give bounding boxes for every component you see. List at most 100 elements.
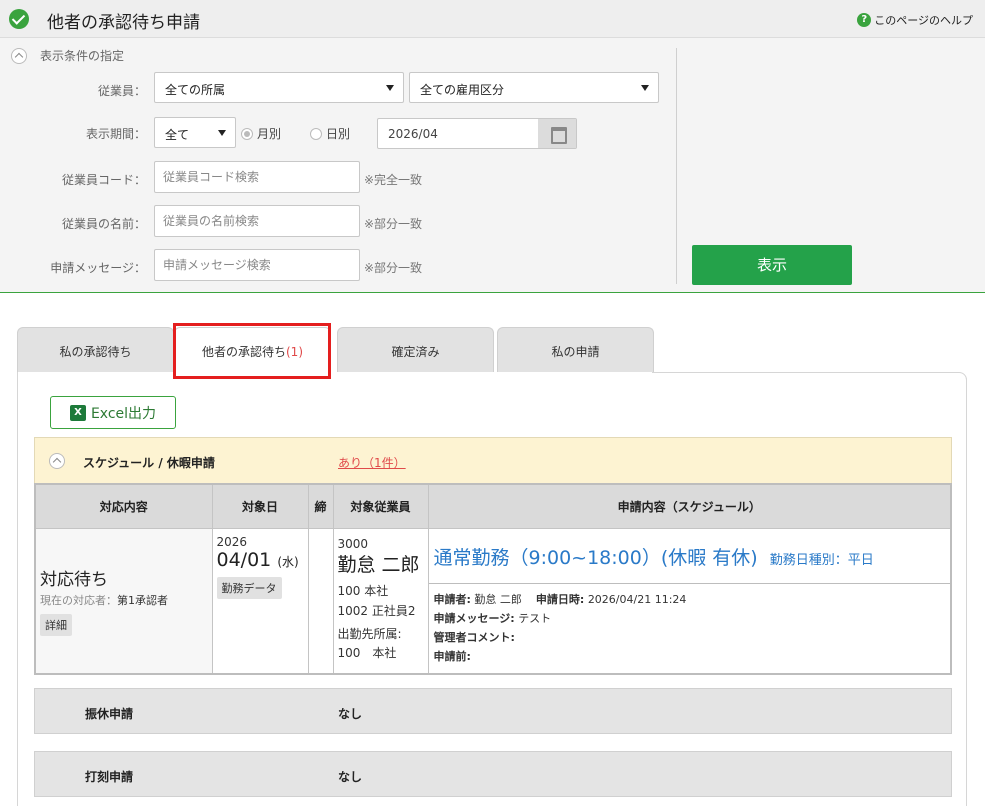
apply-time-label: 申請日時:	[535, 592, 585, 606]
date-cell: 2026 04/01 (水) 勤務データ	[211, 527, 309, 674]
name-field[interactable]	[154, 205, 360, 237]
radio-daily-label: 日別	[326, 127, 351, 141]
period-label: 表示期間：	[85, 127, 146, 141]
code-field[interactable]	[154, 161, 360, 193]
radio-dot	[310, 127, 322, 140]
name-input[interactable]	[155, 206, 359, 236]
handler-name: 第1承認者	[117, 593, 168, 607]
excel-icon: X	[69, 404, 86, 421]
employee-dept: 100 本社	[337, 584, 389, 599]
status-cell: 対応待ち 現在の対応者：第1承認者 詳細	[34, 527, 213, 674]
date-weekday: (水)	[277, 554, 299, 569]
work-dept-value: 100 本社	[337, 646, 397, 661]
detail-button[interactable]: 詳細	[40, 613, 72, 636]
calendar-icon[interactable]	[538, 119, 576, 148]
handler-line: 現在の対応者：第1承認者	[40, 592, 208, 608]
dept-select[interactable]: 全ての所属	[154, 72, 404, 103]
employee-code: 3000	[337, 536, 369, 551]
col-employee: 対象従業員	[332, 483, 429, 529]
content-details: 申請者: 勤怠 二郎 申請日時: 2026/04/21 11:24 申請メッセー…	[429, 584, 951, 673]
before-label: 申請前:	[433, 650, 471, 664]
table-header-row: 対応内容 対象日 締 対象従業員 申請内容（スケジュール）	[34, 483, 952, 529]
applicant-line: 申請者: 勤怠 二郎 申請日時: 2026/04/21 11:24	[434, 590, 946, 609]
tab-my-approvals[interactable]: 私の承認待ち	[17, 327, 174, 372]
help-icon: ?	[857, 13, 872, 27]
content-cell: 通常勤務（9:00~18:00）(休暇 有休) 勤務日種別：平日 申請者: 勤怠 …	[427, 527, 952, 674]
code-input[interactable]	[155, 162, 359, 192]
message-label: 申請メッセージ：	[50, 261, 146, 275]
caret-down-icon	[641, 85, 649, 91]
tab-label: 私の申請	[551, 345, 600, 359]
punch-section: 打刻申請 なし	[34, 751, 952, 797]
show-button[interactable]: 表示	[692, 245, 852, 285]
help-link[interactable]: ? このページのヘルプ	[857, 12, 973, 28]
status-text: 対応待ち	[40, 569, 108, 590]
message-value: テスト	[518, 611, 552, 625]
caret-down-icon	[386, 85, 394, 91]
month-value: 2026/04	[388, 127, 438, 141]
col-date: 対象日	[211, 483, 309, 529]
help-label: このページのヘルプ	[874, 14, 973, 27]
transfer-value: なし	[338, 707, 363, 721]
table-row: 対応待ち 現在の対応者：第1承認者 詳細 2026 04/01 (水) 勤務デー…	[34, 527, 952, 674]
excel-label: Excel出力	[90, 405, 157, 422]
page-header: 他者の承認待ち申請 ? このページのヘルプ	[0, 0, 985, 38]
tab-panel-border	[652, 372, 967, 382]
date-value: 04/01	[216, 548, 272, 571]
radio-dot	[241, 127, 253, 140]
caret-down-icon	[218, 130, 226, 136]
tab-confirmed[interactable]: 確定済み	[337, 327, 494, 372]
radio-monthly-label: 月別	[257, 127, 282, 141]
chevron-up-icon[interactable]	[49, 453, 65, 469]
transfer-section: 振休申請 なし	[34, 688, 952, 734]
employee-employment: 1002 正社員2	[337, 603, 416, 618]
tab-label: 確定済み	[391, 345, 440, 359]
day-kind: 勤務日種別：平日	[769, 552, 874, 568]
punch-title: 打刻申請	[85, 770, 134, 784]
employment-select[interactable]: 全ての雇用区分	[409, 72, 659, 103]
radio-monthly[interactable]: 月別	[241, 125, 281, 142]
chevron-up-icon[interactable]	[11, 48, 27, 64]
filter-panel: 表示条件の指定 従業員： 全ての所属 全ての雇用区分 表示期間： 全て 月別 日…	[0, 38, 985, 293]
schedule-title: スケジュール / 休暇申請	[83, 456, 215, 470]
message-label: 申請メッセージ:	[433, 611, 515, 625]
before-line: 申請前:	[434, 647, 946, 666]
name-label: 従業員の名前：	[61, 217, 146, 231]
message-input[interactable]	[155, 250, 359, 280]
punch-value: なし	[338, 770, 363, 784]
admin-comment-line: 管理者コメント:	[434, 628, 946, 647]
radio-daily[interactable]: 日別	[310, 125, 350, 142]
code-hint: ※完全一致	[364, 173, 423, 187]
date-year: 2026	[216, 534, 248, 549]
month-input[interactable]: 2026/04	[377, 118, 577, 149]
excel-export-button[interactable]: X Excel出力	[50, 396, 176, 429]
highlight-box	[173, 323, 331, 379]
col-content: 申請内容（スケジュール）	[427, 483, 952, 529]
apply-time-value: 2026/04/21 11:24	[587, 592, 687, 606]
message-line: 申請メッセージ: テスト	[434, 609, 946, 628]
message-hint: ※部分一致	[364, 261, 423, 275]
check-circle-icon	[9, 9, 29, 29]
employee-label: 従業員：	[97, 84, 146, 98]
schedule-table: 対応内容 対象日 締 対象従業員 申請内容（スケジュール） 対応待ち 現在の対応…	[34, 483, 952, 675]
divider	[676, 48, 677, 284]
page-title: 他者の承認待ち申請	[47, 13, 200, 33]
content-link[interactable]: 通常勤務（9:00~18:00）(休暇 有休)	[434, 547, 758, 569]
employment-select-value: 全ての雇用区分	[420, 83, 505, 97]
work-data-button[interactable]: 勤務データ	[216, 576, 282, 599]
dept-select-value: 全ての所属	[165, 83, 226, 97]
date-monthday: 04/01 (水)	[217, 549, 304, 571]
schedule-count-link[interactable]: あり（1件）	[338, 454, 406, 471]
handler-label: 現在の対応者：	[40, 593, 117, 607]
filter-section-label: 表示条件の指定	[40, 49, 125, 63]
work-dept-label: 出勤先所属:	[337, 626, 402, 641]
employee-cell: 3000 勤怠 二郎 100 本社 1002 正社員2 出勤先所属: 100 本…	[332, 527, 429, 674]
tab-label: 私の承認待ち	[59, 345, 132, 359]
content-summary: 通常勤務（9:00~18:00）(休暇 有休) 勤務日種別：平日	[428, 529, 950, 584]
period-select[interactable]: 全て	[154, 117, 236, 148]
closing-cell	[307, 527, 334, 674]
message-field[interactable]	[154, 249, 360, 281]
tab-my-requests[interactable]: 私の申請	[497, 327, 654, 372]
applicant-value: 勤怠 二郎	[474, 592, 522, 606]
schedule-section-header: スケジュール / 休暇申請 あり（1件）	[34, 437, 952, 484]
